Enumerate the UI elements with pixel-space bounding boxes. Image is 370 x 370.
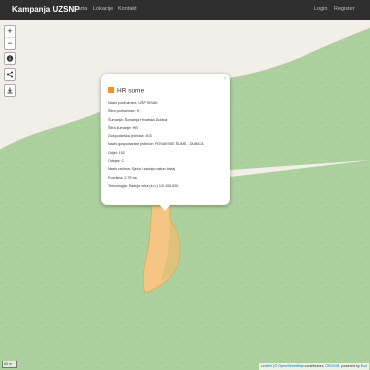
- popup-row: Šifra šumarije: HB: [108, 125, 138, 130]
- popup-row: Površina: 2.75 ha: [108, 175, 137, 180]
- nav-link-lokacije[interactable]: Lokacije: [93, 6, 113, 12]
- download-icon: [7, 87, 13, 94]
- popup-attributes: Naziv podružnice: UŠP SISAK Šifra podruž…: [108, 99, 204, 190]
- zoom-control: + −: [4, 25, 16, 50]
- osm-link[interactable]: OpenStreetMap: [278, 364, 303, 368]
- zoom-out-button[interactable]: −: [5, 37, 15, 49]
- nav-link-karta[interactable]: Karta: [74, 6, 87, 12]
- zoom-in-button[interactable]: +: [5, 26, 15, 37]
- layer-color-swatch: [108, 87, 114, 93]
- leaflet-link[interactable]: Leaflet: [261, 364, 272, 368]
- feature-popup: × HR sume Naziv podružnice: UŠP SISAK Ši…: [101, 74, 230, 205]
- popup-title-text: HR sume: [117, 87, 145, 95]
- popup-title: HR sume: [108, 87, 144, 95]
- nav-link-kontakt[interactable]: Kontakt: [118, 6, 137, 12]
- popup-row: Odjel: 152: [108, 150, 125, 155]
- nav-link-login[interactable]: Login: [314, 6, 327, 12]
- navbar: Kampanja UZSNP Karta Lokacije Kontakt Lo…: [0, 0, 370, 20]
- map-attribution: Leaflet | © OpenStreetMap contributors, …: [258, 363, 369, 370]
- download-button[interactable]: [4, 84, 16, 97]
- popup-close-button[interactable]: ×: [223, 76, 227, 82]
- popup-row: Naziv podružnice: UŠP SISAK: [108, 101, 158, 105]
- brand-title[interactable]: Kampanja UZSNP: [12, 5, 80, 14]
- popup-row: Gospodarska jedinica: 403: [108, 134, 152, 139]
- popup-row: Šumarija: Šumarija Hrvatska Dubica: [108, 117, 168, 122]
- share-button[interactable]: [4, 68, 16, 81]
- scale-bar: 50 m: [2, 361, 17, 368]
- popup-row: Odsjek: C: [108, 159, 125, 164]
- popup-row: Naziv radova: Sječa i sadnja nakon čista…: [108, 167, 176, 172]
- esri-link[interactable]: Esri: [361, 364, 367, 368]
- popup-row: Tehnologija: Sadnja vrba (s.n.) 1/0 150.…: [108, 183, 179, 188]
- popup-row: Šifra podružnice: H: [108, 109, 140, 114]
- attribution-powered: , powered by: [339, 364, 361, 368]
- share-icon: [7, 71, 13, 78]
- attribution-contrib: contributors,: [303, 364, 326, 368]
- popup-row: Naziv gospodarske jedinice: POSAVSKE ŠUM…: [108, 142, 204, 147]
- nav-link-register[interactable]: Register: [334, 6, 354, 12]
- crosis-link[interactable]: CROSIS: [325, 364, 339, 368]
- popup-tip: [159, 204, 171, 211]
- info-button[interactable]: [4, 52, 16, 65]
- info-icon: [6, 55, 14, 62]
